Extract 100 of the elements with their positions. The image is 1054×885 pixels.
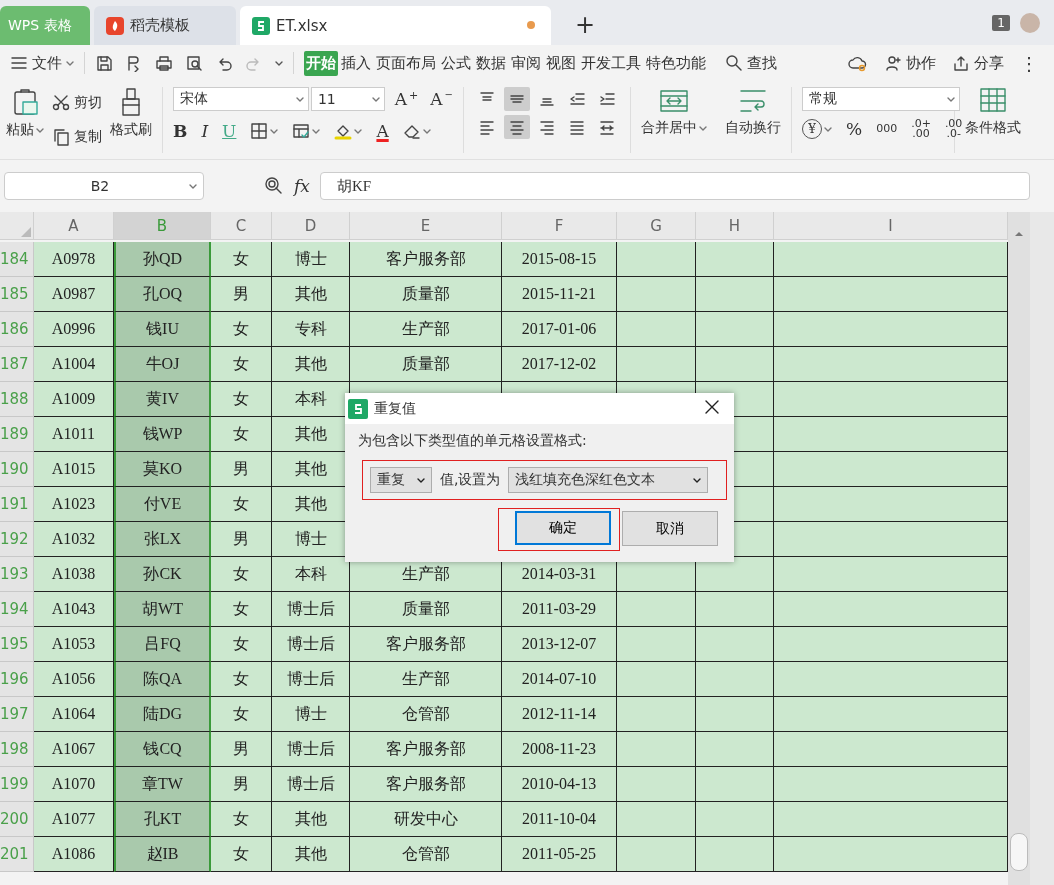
font-size-dropdown[interactable]: 11 (310, 87, 385, 111)
more-button[interactable]: ⋮ (1020, 52, 1038, 74)
wrap-text-button[interactable]: 自动换行 (725, 87, 781, 153)
ribbon-tab[interactable]: 开发工具 (579, 50, 643, 76)
decrease-decimal-button[interactable]: .00 .0- (944, 119, 963, 139)
table-cell: 女 (211, 417, 272, 452)
copy-button[interactable]: 复制 (52, 128, 102, 146)
share-icon[interactable] (952, 54, 970, 72)
name-box[interactable]: B2 (4, 172, 204, 200)
table-cell: 2008-11-23 (502, 732, 617, 767)
table-cell: 专科 (272, 312, 350, 347)
column-header[interactable]: C (211, 212, 272, 240)
cut-button[interactable]: 剪切 (52, 94, 102, 112)
column-header[interactable]: I (774, 212, 1008, 240)
table-cell: 2015-08-15 (502, 242, 617, 277)
cloud-icon[interactable] (848, 54, 868, 72)
search-icon[interactable] (725, 54, 743, 72)
ribbon-tab[interactable]: 数据 (474, 50, 508, 76)
ribbon-tab[interactable]: 插入 (339, 50, 373, 76)
table-cell: 胡WT (114, 592, 211, 627)
table-cell: 陆DG (114, 697, 211, 732)
table-cell: 女 (211, 487, 272, 522)
file-menu[interactable]: 文件 (10, 53, 74, 73)
italic-button[interactable]: I (201, 121, 209, 141)
scrollbar-thumb[interactable] (1010, 833, 1028, 871)
column-header[interactable]: F (502, 212, 617, 240)
bold-button[interactable]: B (173, 121, 188, 141)
save-icon[interactable] (95, 54, 113, 72)
column-header[interactable]: E (350, 212, 502, 240)
table-cell: 孙QD (114, 242, 211, 277)
format-painter-button[interactable]: 格式刷 (110, 87, 152, 153)
function-label[interactable]: fx (294, 176, 310, 196)
print-icon[interactable] (155, 54, 173, 72)
ribbon-tab[interactable]: 视图 (544, 50, 578, 76)
add-user-icon[interactable] (884, 54, 902, 72)
border-icon[interactable] (250, 122, 269, 140)
paste-button[interactable]: 粘贴 (6, 87, 44, 153)
collaborate-button[interactable]: 协作 (884, 53, 936, 73)
thousands-separator-button[interactable]: 000 (876, 124, 898, 134)
share-button[interactable]: 分享 (952, 53, 1004, 73)
column-header[interactable]: G (617, 212, 696, 240)
tab-label: WPS 表格 (8, 16, 72, 35)
ribbon-tab[interactable]: 特色功能 (644, 50, 708, 76)
table-cell: 研发中心 (350, 802, 502, 837)
increase-decimal-button[interactable]: .0+ .00 (911, 119, 931, 139)
table-cell: 其他 (272, 837, 350, 872)
new-tab-button[interactable]: + (575, 11, 596, 39)
tab-label: 稻壳模板 (130, 16, 190, 35)
cancel-button[interactable]: 取消 (622, 511, 718, 546)
table-cell: 2013-12-07 (502, 627, 617, 662)
scissors-icon[interactable] (52, 94, 70, 112)
clipboard-icon[interactable] (11, 87, 39, 117)
search-button[interactable]: 查找 (725, 53, 777, 73)
percent-button[interactable]: % (846, 119, 863, 139)
table-cell: 女 (211, 837, 272, 872)
merge-cells-icon[interactable] (659, 87, 689, 115)
ribbon-tab[interactable]: 审阅 (509, 50, 543, 76)
table-cell: 仓管部 (350, 837, 502, 872)
table-cell: 男 (211, 767, 272, 802)
column-header[interactable]: A (34, 212, 114, 240)
print-preview-icon[interactable] (185, 54, 203, 72)
table-style-icon[interactable] (292, 122, 311, 140)
ok-button[interactable]: 确定 (515, 511, 611, 545)
app-tab[interactable]: ET.xlsx (240, 6, 551, 45)
menu-icon[interactable] (10, 54, 28, 72)
shrink-font-button[interactable]: A− (430, 89, 453, 109)
table-cell: 女 (211, 802, 272, 837)
spreadsheet-logo-icon (252, 16, 270, 35)
grow-font-button[interactable]: A+ (394, 89, 419, 109)
caret-icon[interactable] (275, 59, 283, 67)
app-tab[interactable]: 稻壳模板 (94, 6, 236, 45)
ribbon-tab[interactable]: 页面布局 (374, 50, 438, 76)
formula-input[interactable]: 胡KF (319, 172, 1030, 200)
format-style-dropdown[interactable]: 浅红填充色深红色文本 (508, 467, 709, 493)
wrap-text-icon[interactable] (738, 87, 768, 115)
column-header[interactable]: H (696, 212, 774, 240)
ribbon-tab[interactable]: 公式 (439, 50, 473, 76)
font-color-button[interactable]: A (376, 121, 389, 141)
merge-center-button[interactable]: 合并居中 (641, 87, 707, 153)
table-cell: 女 (211, 312, 272, 347)
number-format-dropdown[interactable]: 常规 (802, 87, 960, 111)
table-cell: 2015-11-21 (502, 277, 617, 312)
scroll-up-icon[interactable] (1014, 230, 1024, 238)
table-cell: 质量部 (350, 347, 502, 382)
zoom-icon[interactable] (264, 176, 284, 196)
caret-icon[interactable] (693, 476, 702, 484)
copy-icon[interactable] (52, 128, 70, 146)
column-header[interactable]: D (272, 212, 350, 240)
table-cell: 钱IU (114, 312, 211, 347)
table-grid-icon[interactable] (979, 87, 1007, 115)
window-count-badge[interactable]: 1 (992, 14, 1010, 31)
table-cell: 2011-05-25 (502, 837, 617, 872)
conditional-format-button[interactable]: 条件格式 (965, 87, 1021, 153)
font-dropdown[interactable]: 宋体 (173, 87, 309, 111)
rule-dropdown[interactable]: 重复 (370, 467, 432, 493)
table-cell: 男 (211, 522, 272, 557)
table-cell: 陈QA (114, 662, 211, 697)
caret-icon[interactable] (417, 476, 425, 484)
close-icon[interactable] (704, 399, 720, 415)
table-cell: 博士后 (272, 592, 350, 627)
